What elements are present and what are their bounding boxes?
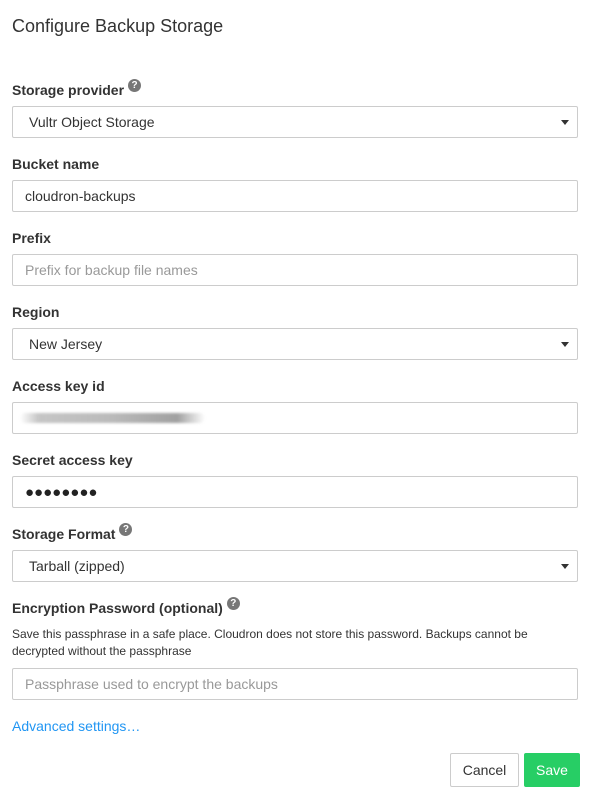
- prefix-placeholder: Prefix for backup file names: [25, 262, 198, 278]
- masked-password-value: ●●●●●●●●: [25, 483, 98, 501]
- access-key-id-label: Access key id: [12, 378, 105, 394]
- redacted-value: [20, 413, 205, 423]
- storage-provider-label: Storage provider ?: [12, 78, 142, 98]
- region-label: Region: [12, 304, 60, 320]
- storage-provider-label-text: Storage provider: [12, 82, 125, 98]
- storage-format-label: Storage Format ?: [12, 522, 133, 542]
- storage-provider-value: Vultr Object Storage: [29, 114, 155, 130]
- storage-provider-select[interactable]: Vultr Object Storage: [12, 106, 578, 138]
- caret-down-icon: [561, 120, 569, 125]
- prefix-label: Prefix: [12, 230, 51, 246]
- caret-down-icon: [561, 342, 569, 347]
- prefix-input[interactable]: Prefix for backup file names: [12, 254, 578, 286]
- encryption-password-label-text: Encryption Password (optional): [12, 600, 223, 616]
- encryption-note: Save this passphrase in a safe place. Cl…: [12, 627, 528, 658]
- secret-access-key-label: Secret access key: [12, 452, 133, 468]
- secret-access-key-input[interactable]: ●●●●●●●●: [12, 476, 578, 508]
- advanced-settings-link[interactable]: Advanced settings…: [12, 718, 140, 734]
- access-key-id-input[interactable]: [12, 402, 578, 434]
- storage-format-value: Tarball (zipped): [29, 558, 125, 574]
- region-select[interactable]: New Jersey: [12, 328, 578, 360]
- bucket-name-input[interactable]: cloudron-backups: [12, 180, 578, 212]
- encryption-password-label: Encryption Password (optional) ?: [12, 596, 240, 616]
- encryption-password-input[interactable]: Passphrase used to encrypt the backups: [12, 668, 578, 700]
- dialog-title: Configure Backup Storage: [12, 16, 224, 36]
- help-icon[interactable]: ?: [128, 78, 142, 92]
- caret-down-icon: [561, 564, 569, 569]
- save-button[interactable]: Save: [524, 753, 580, 787]
- storage-format-label-text: Storage Format: [12, 526, 116, 542]
- encryption-password-placeholder: Passphrase used to encrypt the backups: [25, 676, 278, 692]
- region-value: New Jersey: [29, 336, 103, 352]
- help-icon[interactable]: ?: [119, 522, 133, 536]
- storage-format-select[interactable]: Tarball (zipped): [12, 550, 578, 582]
- bucket-name-label: Bucket name: [12, 156, 100, 172]
- bucket-name-value: cloudron-backups: [25, 188, 136, 204]
- cancel-button[interactable]: Cancel: [450, 753, 519, 787]
- help-icon[interactable]: ?: [226, 596, 240, 610]
